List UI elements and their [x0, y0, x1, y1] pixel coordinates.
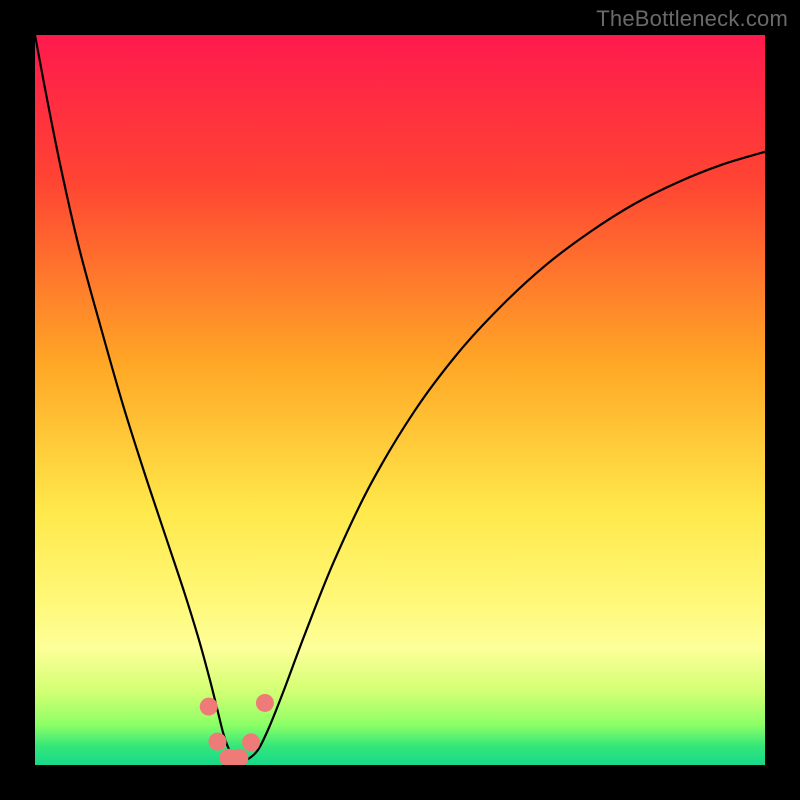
watermark-text: TheBottleneck.com [596, 6, 788, 32]
chart-svg [35, 35, 765, 765]
marker-dot [242, 733, 260, 751]
gradient-background [35, 35, 765, 765]
marker-dot [256, 694, 274, 712]
chart-frame: TheBottleneck.com [0, 0, 800, 800]
marker-dot [209, 733, 227, 751]
marker-dot [200, 698, 218, 716]
plot-area [35, 35, 765, 765]
